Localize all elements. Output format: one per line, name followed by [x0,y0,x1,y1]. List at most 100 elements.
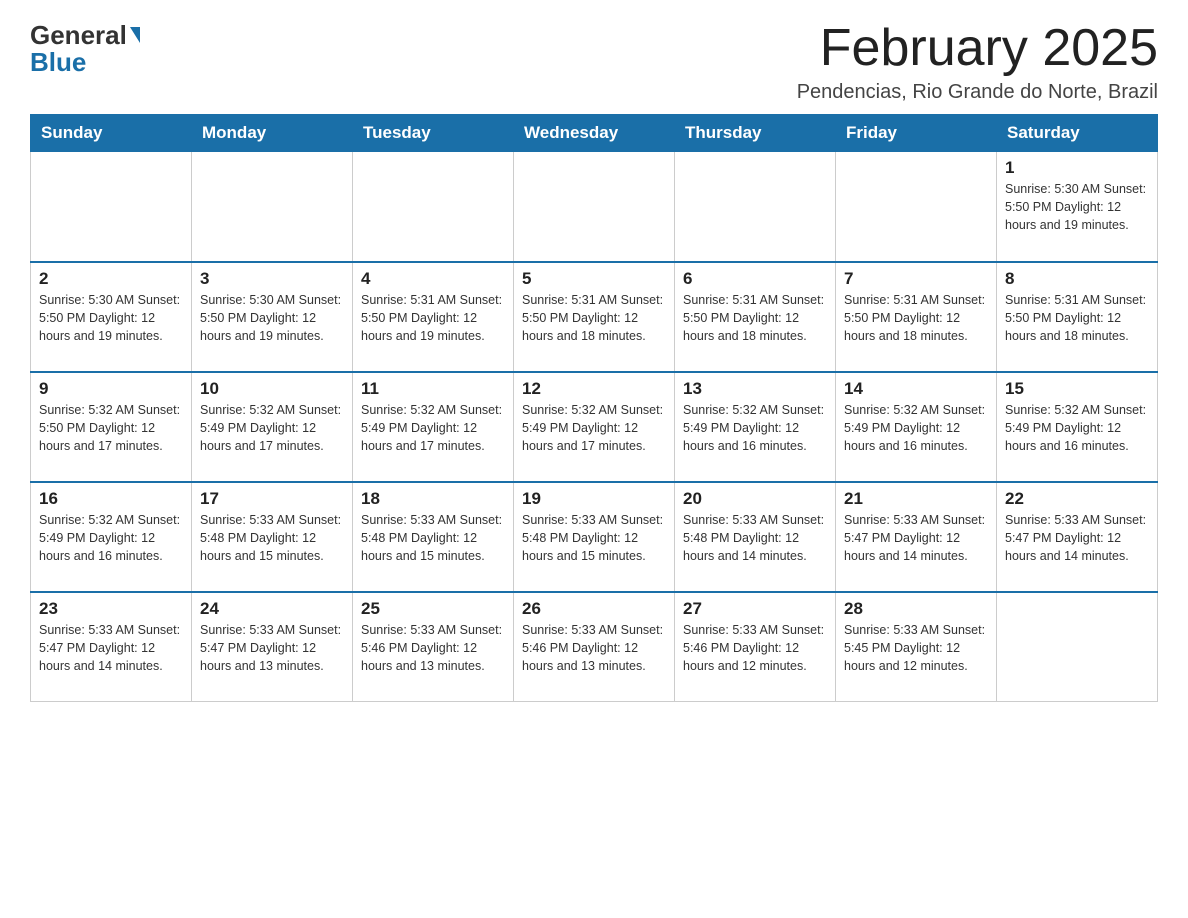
day-number: 13 [683,379,827,399]
calendar-cell: 4Sunrise: 5:31 AM Sunset: 5:50 PM Daylig… [353,262,514,372]
day-info: Sunrise: 5:32 AM Sunset: 5:49 PM Dayligh… [522,401,666,455]
calendar-cell: 11Sunrise: 5:32 AM Sunset: 5:49 PM Dayli… [353,372,514,482]
calendar-cell: 2Sunrise: 5:30 AM Sunset: 5:50 PM Daylig… [31,262,192,372]
calendar-cell: 7Sunrise: 5:31 AM Sunset: 5:50 PM Daylig… [836,262,997,372]
calendar-cell: 19Sunrise: 5:33 AM Sunset: 5:48 PM Dayli… [514,482,675,592]
day-number: 15 [1005,379,1149,399]
day-number: 17 [200,489,344,509]
day-info: Sunrise: 5:32 AM Sunset: 5:49 PM Dayligh… [200,401,344,455]
calendar-cell: 27Sunrise: 5:33 AM Sunset: 5:46 PM Dayli… [675,592,836,702]
calendar-cell: 25Sunrise: 5:33 AM Sunset: 5:46 PM Dayli… [353,592,514,702]
day-info: Sunrise: 5:31 AM Sunset: 5:50 PM Dayligh… [683,291,827,345]
weekday-header-friday: Friday [836,115,997,152]
day-info: Sunrise: 5:33 AM Sunset: 5:47 PM Dayligh… [1005,511,1149,565]
month-title: February 2025 [797,20,1158,77]
calendar-cell [514,152,675,262]
calendar-cell: 26Sunrise: 5:33 AM Sunset: 5:46 PM Dayli… [514,592,675,702]
weekday-header-row: SundayMondayTuesdayWednesdayThursdayFrid… [31,115,1158,152]
day-number: 11 [361,379,505,399]
day-number: 16 [39,489,183,509]
day-number: 19 [522,489,666,509]
day-info: Sunrise: 5:33 AM Sunset: 5:46 PM Dayligh… [522,621,666,675]
day-number: 22 [1005,489,1149,509]
calendar-cell: 24Sunrise: 5:33 AM Sunset: 5:47 PM Dayli… [192,592,353,702]
day-number: 10 [200,379,344,399]
weekday-header-sunday: Sunday [31,115,192,152]
calendar-cell: 3Sunrise: 5:30 AM Sunset: 5:50 PM Daylig… [192,262,353,372]
day-info: Sunrise: 5:33 AM Sunset: 5:48 PM Dayligh… [683,511,827,565]
day-number: 26 [522,599,666,619]
calendar-cell: 21Sunrise: 5:33 AM Sunset: 5:47 PM Dayli… [836,482,997,592]
day-info: Sunrise: 5:33 AM Sunset: 5:47 PM Dayligh… [200,621,344,675]
day-number: 4 [361,269,505,289]
calendar-cell: 8Sunrise: 5:31 AM Sunset: 5:50 PM Daylig… [997,262,1158,372]
day-info: Sunrise: 5:32 AM Sunset: 5:49 PM Dayligh… [683,401,827,455]
weekday-header-thursday: Thursday [675,115,836,152]
day-info: Sunrise: 5:32 AM Sunset: 5:49 PM Dayligh… [1005,401,1149,455]
calendar-week-row: 23Sunrise: 5:33 AM Sunset: 5:47 PM Dayli… [31,592,1158,702]
calendar-cell: 20Sunrise: 5:33 AM Sunset: 5:48 PM Dayli… [675,482,836,592]
calendar-cell: 1Sunrise: 5:30 AM Sunset: 5:50 PM Daylig… [997,152,1158,262]
day-info: Sunrise: 5:30 AM Sunset: 5:50 PM Dayligh… [200,291,344,345]
day-info: Sunrise: 5:31 AM Sunset: 5:50 PM Dayligh… [522,291,666,345]
calendar-cell: 9Sunrise: 5:32 AM Sunset: 5:50 PM Daylig… [31,372,192,482]
day-number: 6 [683,269,827,289]
logo-arrow-icon [130,27,140,43]
calendar-week-row: 9Sunrise: 5:32 AM Sunset: 5:50 PM Daylig… [31,372,1158,482]
title-block: February 2025 Pendencias, Rio Grande do … [797,20,1158,104]
day-info: Sunrise: 5:30 AM Sunset: 5:50 PM Dayligh… [1005,180,1149,234]
calendar-cell: 22Sunrise: 5:33 AM Sunset: 5:47 PM Dayli… [997,482,1158,592]
calendar-table: SundayMondayTuesdayWednesdayThursdayFrid… [30,114,1158,702]
day-info: Sunrise: 5:33 AM Sunset: 5:48 PM Dayligh… [361,511,505,565]
day-info: Sunrise: 5:33 AM Sunset: 5:48 PM Dayligh… [200,511,344,565]
day-number: 7 [844,269,988,289]
day-number: 18 [361,489,505,509]
day-info: Sunrise: 5:33 AM Sunset: 5:47 PM Dayligh… [39,621,183,675]
weekday-header-tuesday: Tuesday [353,115,514,152]
day-info: Sunrise: 5:32 AM Sunset: 5:49 PM Dayligh… [844,401,988,455]
day-info: Sunrise: 5:33 AM Sunset: 5:47 PM Dayligh… [844,511,988,565]
calendar-cell: 10Sunrise: 5:32 AM Sunset: 5:49 PM Dayli… [192,372,353,482]
weekday-header-saturday: Saturday [997,115,1158,152]
page-header: General Blue February 2025 Pendencias, R… [30,20,1158,104]
calendar-cell: 18Sunrise: 5:33 AM Sunset: 5:48 PM Dayli… [353,482,514,592]
day-number: 2 [39,269,183,289]
calendar-cell: 5Sunrise: 5:31 AM Sunset: 5:50 PM Daylig… [514,262,675,372]
day-number: 21 [844,489,988,509]
calendar-cell: 23Sunrise: 5:33 AM Sunset: 5:47 PM Dayli… [31,592,192,702]
logo-blue-label: Blue [30,47,86,78]
calendar-cell [192,152,353,262]
calendar-cell: 12Sunrise: 5:32 AM Sunset: 5:49 PM Dayli… [514,372,675,482]
day-number: 1 [1005,158,1149,178]
calendar-cell: 28Sunrise: 5:33 AM Sunset: 5:45 PM Dayli… [836,592,997,702]
day-info: Sunrise: 5:33 AM Sunset: 5:45 PM Dayligh… [844,621,988,675]
day-number: 23 [39,599,183,619]
day-number: 24 [200,599,344,619]
day-info: Sunrise: 5:33 AM Sunset: 5:48 PM Dayligh… [522,511,666,565]
day-number: 8 [1005,269,1149,289]
calendar-cell: 17Sunrise: 5:33 AM Sunset: 5:48 PM Dayli… [192,482,353,592]
calendar-cell: 6Sunrise: 5:31 AM Sunset: 5:50 PM Daylig… [675,262,836,372]
weekday-header-wednesday: Wednesday [514,115,675,152]
day-info: Sunrise: 5:32 AM Sunset: 5:50 PM Dayligh… [39,401,183,455]
calendar-cell: 14Sunrise: 5:32 AM Sunset: 5:49 PM Dayli… [836,372,997,482]
calendar-week-row: 16Sunrise: 5:32 AM Sunset: 5:49 PM Dayli… [31,482,1158,592]
calendar-cell [675,152,836,262]
day-number: 20 [683,489,827,509]
day-number: 28 [844,599,988,619]
day-info: Sunrise: 5:31 AM Sunset: 5:50 PM Dayligh… [844,291,988,345]
day-number: 27 [683,599,827,619]
day-number: 5 [522,269,666,289]
location-title: Pendencias, Rio Grande do Norte, Brazil [797,81,1158,104]
day-number: 9 [39,379,183,399]
day-info: Sunrise: 5:31 AM Sunset: 5:50 PM Dayligh… [361,291,505,345]
calendar-cell [836,152,997,262]
day-number: 25 [361,599,505,619]
day-info: Sunrise: 5:31 AM Sunset: 5:50 PM Dayligh… [1005,291,1149,345]
calendar-cell [997,592,1158,702]
calendar-cell [31,152,192,262]
day-info: Sunrise: 5:32 AM Sunset: 5:49 PM Dayligh… [361,401,505,455]
day-number: 12 [522,379,666,399]
calendar-cell: 16Sunrise: 5:32 AM Sunset: 5:49 PM Dayli… [31,482,192,592]
day-number: 3 [200,269,344,289]
